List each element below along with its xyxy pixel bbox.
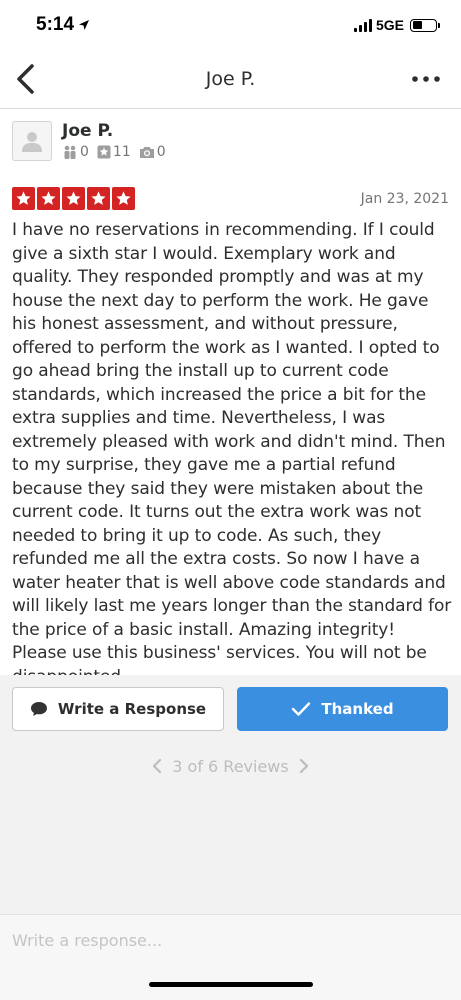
status-time: 5:14 (36, 14, 75, 35)
reviews-count: 11 (112, 144, 131, 160)
review-star-icon (97, 145, 111, 159)
review-text: I have no reservations in recommending. … (12, 220, 452, 687)
more-horizontal-icon (412, 76, 440, 82)
reviewer-stats: 0 11 0 (62, 144, 166, 160)
reviewer-details: Joe P. 0 11 0 (62, 121, 166, 161)
photos-stat: 0 (139, 144, 166, 160)
chevron-left-icon[interactable] (152, 758, 162, 774)
friends-icon (64, 145, 76, 159)
location-arrow-icon (79, 20, 90, 30)
avatar[interactable] (12, 121, 52, 161)
rating-row: Jan 23, 2021 (12, 187, 449, 210)
star-icon (112, 187, 135, 210)
reviewer-info[interactable]: Joe P. 0 11 0 (12, 121, 166, 161)
review-pager: 3 of 6 Reviews (0, 755, 461, 777)
pager-label: 3 of 6 Reviews (172, 756, 289, 776)
checkmark-icon (292, 702, 311, 716)
write-response-label: Write a Response (57, 700, 207, 718)
home-indicator (149, 982, 313, 987)
camera-icon (139, 147, 154, 158)
status-right: 5GE (353, 17, 440, 33)
user-placeholder-icon (22, 132, 42, 152)
back-button[interactable] (10, 62, 40, 96)
star-icon (37, 187, 60, 210)
chevron-left-icon (17, 64, 34, 94)
speech-bubble-icon (30, 702, 47, 716)
battery-icon (410, 18, 440, 32)
compose-bar (0, 914, 461, 1000)
friends-count: 0 (80, 144, 89, 160)
status-left: 5:14 (36, 14, 90, 36)
more-button[interactable] (411, 67, 441, 91)
page-title: Joe P. (205, 68, 256, 90)
reviews-stat: 11 (97, 144, 131, 160)
reviewer-name: Joe P. (62, 121, 114, 141)
star-icon (62, 187, 85, 210)
response-input[interactable] (12, 927, 442, 953)
signal-icon (353, 18, 372, 32)
friends-stat: 0 (62, 144, 89, 160)
write-response-button[interactable]: Write a Response (12, 687, 224, 731)
star-rating (12, 187, 135, 210)
nav-bar: Joe P. (0, 50, 461, 109)
photos-count: 0 (156, 144, 166, 160)
star-icon (12, 187, 35, 210)
chevron-right-icon[interactable] (299, 758, 309, 774)
review-date: Jan 23, 2021 (360, 190, 449, 207)
status-bar: 5:14 5GE (0, 0, 461, 50)
thanked-label: Thanked (321, 700, 394, 718)
thanked-button[interactable]: Thanked (237, 687, 448, 731)
network-label: 5GE (375, 17, 404, 33)
star-icon (87, 187, 110, 210)
